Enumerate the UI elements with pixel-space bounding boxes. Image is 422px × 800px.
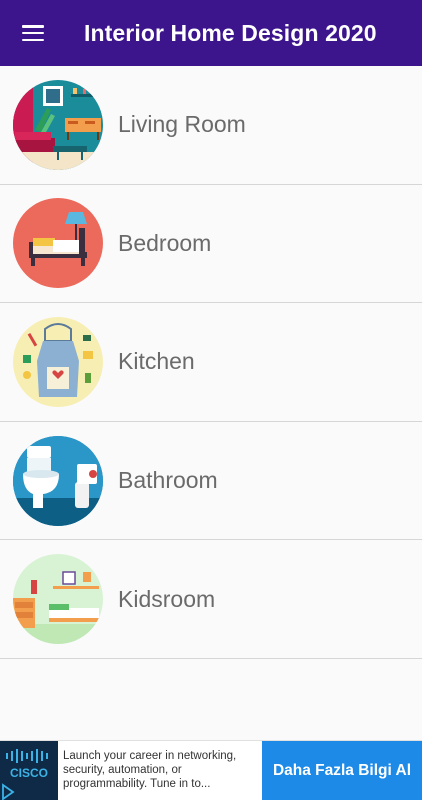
app-bar: Interior Home Design 2020 bbox=[0, 0, 422, 66]
kitchen-icon bbox=[13, 316, 103, 407]
room-label: Kidsroom bbox=[118, 585, 216, 612]
room-item-kitchen[interactable]: Kitchen bbox=[0, 303, 422, 422]
room-item-kidsroom[interactable]: Kidsroom bbox=[0, 540, 422, 659]
hamburger-menu-icon[interactable] bbox=[0, 0, 66, 66]
app-title: Interior Home Design 2020 bbox=[84, 19, 377, 46]
bedroom-icon bbox=[13, 198, 103, 289]
kidsroom-icon bbox=[13, 554, 103, 645]
ad-body: Launch your career in networking, securi… bbox=[63, 750, 237, 790]
ad-cta-button[interactable]: Daha Fazla Bilgi Al bbox=[262, 741, 422, 800]
living-room-icon bbox=[13, 79, 103, 170]
room-label: Living Room bbox=[118, 111, 246, 138]
cisco-logo: CISCO bbox=[0, 741, 58, 800]
ad-banner[interactable]: CISCO Launch your career in networking, … bbox=[0, 740, 422, 800]
bathroom-icon bbox=[13, 435, 103, 526]
room-label: Bathroom bbox=[118, 467, 218, 494]
room-list: Living Room Bedroom Kitchen Bathroom Kid… bbox=[0, 66, 422, 659]
room-item-bedroom[interactable]: Bedroom bbox=[0, 184, 422, 304]
room-label: Kitchen bbox=[118, 348, 195, 375]
room-item-living-room[interactable]: Living Room bbox=[0, 66, 422, 185]
room-item-bathroom[interactable]: Bathroom bbox=[0, 421, 422, 541]
room-label: Bedroom bbox=[118, 229, 212, 256]
svg-text:CISCO: CISCO bbox=[10, 766, 48, 780]
